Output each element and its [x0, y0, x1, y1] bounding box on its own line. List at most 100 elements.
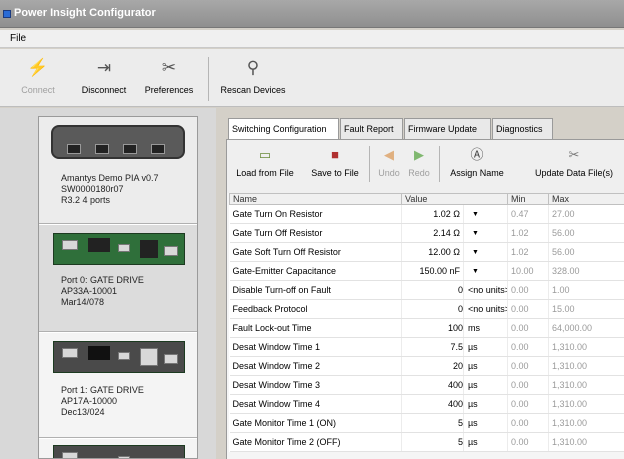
- load-from-file-button[interactable]: ▭ Load from File: [233, 146, 297, 178]
- value-dropdown-arrow[interactable]: ▼: [463, 223, 509, 243]
- parameter-value[interactable]: 5: [401, 432, 464, 452]
- parameter-max: 56.00: [548, 223, 624, 243]
- parameter-min: 0.00: [507, 375, 550, 395]
- tab-firmware-update[interactable]: Firmware Update: [404, 118, 491, 140]
- undo-arrow-icon: ◀: [384, 147, 394, 162]
- column-header-max[interactable]: Max: [548, 193, 624, 205]
- parameter-unit: <no units>: [463, 299, 509, 319]
- parameter-name: Gate Turn On Resistor: [229, 204, 402, 224]
- port-1-part: AP17A-10000: [61, 396, 118, 406]
- adapter-port: [67, 144, 81, 154]
- parameter-min: 0.00: [507, 337, 550, 357]
- table-row[interactable]: Desat Window Time 1 7.5 µs 0.00 1,310.00: [229, 337, 624, 357]
- connect-button[interactable]: ⚡ Connect: [18, 57, 58, 95]
- parameter-max: 64,000.00: [548, 318, 624, 338]
- preferences-label: Preferences: [144, 85, 194, 95]
- tab-diagnostics[interactable]: Diagnostics: [492, 118, 553, 140]
- parameter-value[interactable]: 2.14 Ω: [401, 223, 464, 243]
- parameter-value[interactable]: 5: [401, 413, 464, 433]
- parameter-min: 0.00: [507, 299, 550, 319]
- parameter-unit: µs: [463, 375, 509, 395]
- parameter-max: 328.00: [548, 261, 624, 281]
- parameter-min: 1.02: [507, 223, 550, 243]
- menu-file[interactable]: File: [10, 33, 26, 44]
- table-row[interactable]: Gate Soft Turn Off Resistor 12.00 Ω ▼ 1.02 5…: [229, 242, 624, 262]
- parameter-name: Desat Window Time 1: [229, 337, 402, 357]
- save-to-file-button[interactable]: ■ Save to File: [307, 146, 363, 178]
- plug-disconnect-icon: ⇥: [96, 58, 112, 77]
- undo-button[interactable]: ◀ Undo: [375, 146, 403, 178]
- device-item-adapter[interactable]: Amantys Demo PIA v0.7 SW0000180r07 R3.2 …: [39, 117, 197, 224]
- port-1-title: Port 1: GATE DRIVE: [61, 385, 144, 395]
- column-header-min[interactable]: Min: [507, 193, 550, 205]
- parameter-max: 1,310.00: [548, 413, 624, 433]
- preferences-button[interactable]: ✂ Preferences: [137, 57, 201, 95]
- table-row[interactable]: Gate Turn Off Resistor 2.14 Ω ▼ 1.02 56.00: [229, 223, 624, 243]
- device-item-port-2[interactable]: [39, 439, 197, 458]
- parameter-value[interactable]: 150.00 nF: [401, 261, 464, 281]
- table-row[interactable]: Desat Window Time 4 400 µs 0.00 1,310.00: [229, 394, 624, 414]
- parameter-max: 1,310.00: [548, 337, 624, 357]
- parameter-value[interactable]: 400: [401, 375, 464, 395]
- parameter-name: Disable Turn-off on Fault: [229, 280, 402, 300]
- parameter-max: 1,310.00: [548, 375, 624, 395]
- text-a-icon: Ⓐ: [470, 147, 484, 162]
- title-bar: Power Insight Configurator: [0, 0, 624, 28]
- table-row[interactable]: Gate Monitor Time 2 (OFF) 5 µs 0.00 1,310.00: [229, 432, 624, 452]
- toolbar-separator: [208, 57, 209, 101]
- table-row[interactable]: Desat Window Time 2 20 µs 0.00 1,310.00: [229, 356, 624, 376]
- value-dropdown-arrow[interactable]: ▼: [463, 261, 509, 281]
- parameter-value[interactable]: 20: [401, 356, 464, 376]
- assign-label: Assign Name: [450, 168, 504, 178]
- tools-icon: ✂: [161, 58, 177, 77]
- parameter-min: 0.00: [507, 394, 550, 414]
- device-item-port-1[interactable]: Port 1: GATE DRIVE AP17A-10000 Dec13/024: [39, 333, 197, 438]
- parameter-max: 1.00: [548, 280, 624, 300]
- device-item-port-0[interactable]: Port 0: GATE DRIVE AP33A-10001 Mar14/078: [39, 225, 197, 332]
- redo-button[interactable]: ▶ Redo: [405, 146, 433, 178]
- table-row[interactable]: Fault Lock-out Time 100 ms 0.00 64,000.00: [229, 318, 624, 338]
- app-icon: [3, 10, 11, 18]
- assign-name-button[interactable]: Ⓐ Assign Name: [447, 146, 507, 178]
- parameter-max: 1,310.00: [548, 356, 624, 376]
- table-row[interactable]: Gate-Emitter Capacitance 150.00 nF ▼ 10.00 3…: [229, 261, 624, 281]
- parameter-value[interactable]: 12.00 Ω: [401, 242, 464, 262]
- redo-label: Redo: [408, 168, 430, 178]
- menu-bar: File: [0, 30, 624, 48]
- port-1-date: Dec13/024: [61, 407, 105, 417]
- value-dropdown-arrow[interactable]: ▼: [463, 204, 509, 224]
- parameter-value[interactable]: 1.02 Ω: [401, 204, 464, 224]
- parameter-value[interactable]: 0: [401, 299, 464, 319]
- disconnect-button[interactable]: ⇥ Disconnect: [76, 57, 132, 95]
- magnifier-icon: ⚲: [246, 58, 260, 77]
- floppy-disk-icon: ■: [331, 147, 339, 162]
- connect-label: Connect: [21, 85, 55, 95]
- parameter-unit: µs: [463, 337, 509, 357]
- rescan-devices-button[interactable]: ⚲ Rescan Devices: [216, 57, 290, 95]
- main-toolbar: ⚡ Connect ⇥ Disconnect ✂ Preferences ⚲ R…: [0, 49, 624, 107]
- table-row[interactable]: Gate Monitor Time 1 (ON) 5 µs 0.00 1,310.00: [229, 413, 624, 433]
- column-header-name[interactable]: Name: [229, 193, 402, 205]
- tab-fault-report[interactable]: Fault Report: [340, 118, 403, 140]
- device-list[interactable]: Amantys Demo PIA v0.7 SW0000180r07 R3.2 …: [38, 116, 198, 459]
- parameter-value[interactable]: 7.5: [401, 337, 464, 357]
- parameter-min: 0.47: [507, 204, 550, 224]
- parameter-name: Gate Turn Off Resistor: [229, 223, 402, 243]
- adapter-name: Amantys Demo PIA v0.7: [61, 173, 159, 183]
- parameter-value[interactable]: 400: [401, 394, 464, 414]
- column-header-value[interactable]: Value: [400, 193, 509, 205]
- tab-switching-configuration[interactable]: Switching Configuration: [228, 118, 339, 141]
- save-label: Save to File: [311, 168, 359, 178]
- parameter-unit: <no units>: [463, 280, 509, 300]
- parameter-max: 15.00: [548, 299, 624, 319]
- table-row[interactable]: Gate Turn On Resistor 1.02 Ω ▼ 0.47 27.00: [229, 204, 624, 224]
- parameter-name: Gate Soft Turn Off Resistor: [229, 242, 402, 262]
- table-row[interactable]: Feedback Protocol 0 <no units> 0.00 15.00: [229, 299, 624, 319]
- table-row[interactable]: Desat Window Time 3 400 µs 0.00 1,310.00: [229, 375, 624, 395]
- value-dropdown-arrow[interactable]: ▼: [463, 242, 509, 262]
- update-data-files-button[interactable]: ✂ Update Data File(s): [529, 146, 619, 178]
- toolbar-separator: [439, 146, 440, 182]
- table-row[interactable]: Disable Turn-off on Fault 0 <no units> 0.00…: [229, 280, 624, 300]
- parameter-value[interactable]: 100: [401, 318, 464, 338]
- parameter-value[interactable]: 0: [401, 280, 464, 300]
